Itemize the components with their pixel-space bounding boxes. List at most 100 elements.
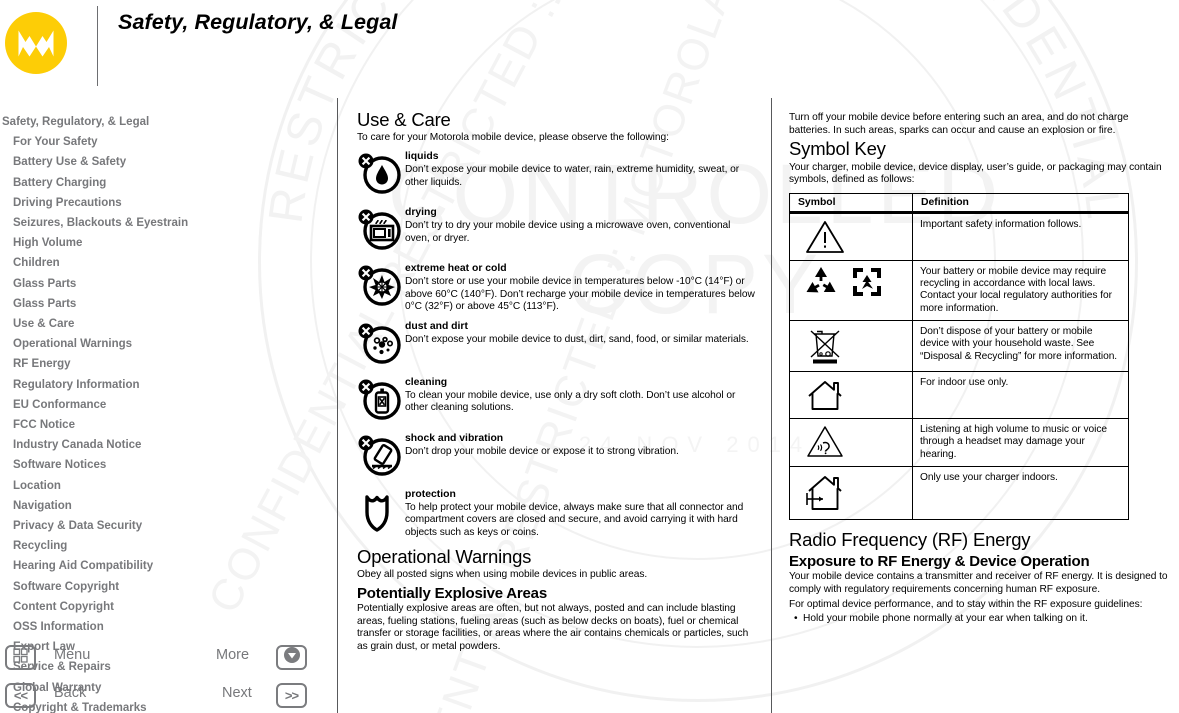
sidebar-item-children[interactable]: Children xyxy=(0,253,330,273)
symbol-key-heading: Symbol Key xyxy=(789,138,886,160)
care-items-list: liquids Don’t expose your mobile device … xyxy=(357,151,757,540)
sidebar-item-hearing-aid-compatibility[interactable]: Hearing Aid Compatibility xyxy=(0,556,330,576)
sidebar-item-glass-parts-2[interactable]: Glass Parts xyxy=(0,294,330,314)
middle-content-column: Use & Care To care for your Motorola mob… xyxy=(357,109,757,655)
no-shock-vibration-icon xyxy=(357,433,405,482)
motorola-batwing-logo-icon xyxy=(5,12,67,74)
menu-button[interactable] xyxy=(5,645,36,670)
sidebar-item-glass-parts-1[interactable]: Glass Parts xyxy=(0,274,330,294)
back-label: Back xyxy=(54,685,87,701)
more-button[interactable] xyxy=(276,645,307,670)
sidebar-item-content-copyright[interactable]: Content Copyright xyxy=(0,597,330,617)
sidebar-item-fcc-notice[interactable]: FCC Notice xyxy=(0,415,330,435)
sidebar-item-rf-energy[interactable]: RF Energy xyxy=(0,354,330,374)
care-title-extreme-heat-or-cold: extreme heat or cold xyxy=(405,262,507,274)
rf-energy-heading: Radio Frequency (RF) Energy xyxy=(789,528,1031,550)
menu-label: Menu xyxy=(54,647,91,663)
sidebar-item-driving-precautions[interactable]: Driving Precautions xyxy=(0,193,330,213)
table-of-contents-sidebar: Safety, Regulatory, & Legal For Your Saf… xyxy=(0,112,330,713)
sidebar-item-high-volume[interactable]: High Volume xyxy=(0,233,330,253)
content-columns-divider xyxy=(771,98,772,713)
care-text-drying: drying Don’t try to dry your mobile devi… xyxy=(405,207,757,245)
sidebar-item-seizures-blackouts-eyestrain[interactable]: Seizures, Blackouts & Eyestrain xyxy=(0,213,330,233)
no-liquids-icon xyxy=(357,151,405,200)
care-text-liquids: liquids Don’t expose your mobile device … xyxy=(405,151,757,189)
care-title-drying: drying xyxy=(405,206,437,218)
sidebar-item-regulatory-information[interactable]: Regulatory Information xyxy=(0,375,330,395)
definition-cell-warning: Important safety information follows. xyxy=(912,211,1129,261)
care-desc-protection: To help protect your mobile device, alwa… xyxy=(405,501,744,538)
care-desc-cleaning: To clean your mobile device, use only a … xyxy=(405,389,736,414)
house-indoor-use-icon xyxy=(794,376,910,414)
sidebar-item-oss-information[interactable]: OSS Information xyxy=(0,617,330,637)
table-row: Don’t dispose of your battery or mobile … xyxy=(789,319,1129,372)
bottom-navigation-bar: Menu More << Back Next >> xyxy=(0,638,330,713)
right-content-column: Turn off your mobile device before enter… xyxy=(789,112,1171,626)
page-title: Safety, Regulatory, & Legal xyxy=(118,10,398,34)
table-row: Only use your charger indoors. xyxy=(789,465,1129,520)
chevron-down-circle-icon xyxy=(283,646,301,669)
care-title-dust-and-dirt: dust and dirt xyxy=(405,320,468,332)
definition-cell-weee-bin: Don’t dispose of your battery or mobile … xyxy=(912,319,1129,372)
page-header: Safety, Regulatory, & Legal xyxy=(0,0,1179,92)
care-title-protection: protection xyxy=(405,488,456,500)
potentially-explosive-areas-heading: Potentially Explosive Areas xyxy=(357,584,547,602)
double-chevron-right-icon: >> xyxy=(284,688,299,703)
care-text-dust-and-dirt: dust and dirt Don’t expose your mobile d… xyxy=(405,321,757,347)
sidebar-item-safety-regulatory-legal[interactable]: Safety, Regulatory, & Legal xyxy=(0,112,330,132)
sidebar-item-industry-canada-notice[interactable]: Industry Canada Notice xyxy=(0,435,330,455)
symbol-cell-recycling xyxy=(789,259,913,321)
no-extreme-heat-cold-icon xyxy=(357,263,405,312)
sidebar-item-recycling[interactable]: Recycling xyxy=(0,536,330,556)
back-button[interactable]: << xyxy=(5,683,36,708)
explosive-area-continuation-text: Turn off your mobile device before enter… xyxy=(789,112,1129,136)
care-text-shock-and-vibration: shock and vibration Don’t drop your mobi… xyxy=(405,433,757,459)
rf-paragraph-1: Your mobile device contains a transmitte… xyxy=(789,571,1168,595)
no-drying-microwave-icon xyxy=(357,207,405,256)
table-header-symbol: Symbol xyxy=(789,192,913,214)
care-item-extreme-heat-or-cold: extreme heat or cold Don’t store or use … xyxy=(357,263,757,314)
symbol-cell-warning xyxy=(789,211,913,261)
potentially-explosive-areas-text: Potentially explosive areas are often, b… xyxy=(357,602,749,652)
grid-squares-icon xyxy=(13,647,28,668)
next-label: Next xyxy=(222,685,252,701)
sidebar-item-battery-charging[interactable]: Battery Charging xyxy=(0,173,330,193)
sidebar-item-privacy-data-security[interactable]: Privacy & Data Security xyxy=(0,516,330,536)
sidebar-item-navigation[interactable]: Navigation xyxy=(0,496,330,516)
definition-cell-recycling: Your battery or mobile device may requir… xyxy=(912,259,1129,321)
sidebar-item-location[interactable]: Location xyxy=(0,476,330,496)
symbol-cell-hearing-damage xyxy=(789,417,913,467)
care-title-cleaning: cleaning xyxy=(405,376,448,388)
sidebar-item-software-notices[interactable]: Software Notices xyxy=(0,455,330,475)
warning-triangle-icon xyxy=(794,218,910,256)
no-dust-dirt-icon xyxy=(357,321,405,370)
symbol-key-intro: Your charger, mobile device, device disp… xyxy=(789,161,1162,186)
symbol-key-table: Symbol Definition Important safety infor… xyxy=(789,192,1129,520)
sidebar-item-battery-use-safety[interactable]: Battery Use & Safety xyxy=(0,152,330,172)
nav-row-menu-more: Menu More xyxy=(0,642,330,679)
sidebar-item-use-care[interactable]: Use & Care xyxy=(0,314,330,334)
care-text-extreme-heat-or-cold: extreme heat or cold Don’t store or use … xyxy=(405,263,757,314)
operational-warnings-heading: Operational Warnings xyxy=(357,545,532,567)
care-item-shock-and-vibration: shock and vibration Don’t drop your mobi… xyxy=(357,433,757,482)
no-cleaning-solutions-icon xyxy=(357,377,405,426)
page-root: RESTRICTED :: MOTOROLA CONFIDENTIAL CONT… xyxy=(0,0,1179,713)
sidebar-item-eu-conformance[interactable]: EU Conformance xyxy=(0,395,330,415)
list-item: Hold your mobile phone normally at your … xyxy=(794,613,1171,626)
table-row: Important safety information follows. xyxy=(789,211,1129,261)
sidebar-item-for-your-safety[interactable]: For Your Safety xyxy=(0,132,330,152)
table-header-definition: Definition xyxy=(912,192,1129,214)
definition-cell-indoor-use: For indoor use only. xyxy=(912,370,1129,419)
definition-cell-hearing-damage: Listening at high volume to music or voi… xyxy=(912,417,1129,467)
rf-exposure-subheading: Exposure to RF Energy & Device Operation xyxy=(789,553,1090,571)
care-desc-liquids: Don’t expose your mobile device to water… xyxy=(405,163,740,188)
care-text-cleaning: cleaning To clean your mobile device, us… xyxy=(405,377,757,415)
care-item-liquids: liquids Don’t expose your mobile device … xyxy=(357,151,757,200)
care-text-protection: protection To help protect your mobile d… xyxy=(405,489,757,540)
sidebar-item-software-copyright[interactable]: Software Copyright xyxy=(0,577,330,597)
care-desc-dust-and-dirt: Don’t expose your mobile device to dust,… xyxy=(405,333,749,345)
care-desc-extreme-heat-or-cold: Don’t store or use your mobile device in… xyxy=(405,275,755,313)
next-button[interactable]: >> xyxy=(276,683,307,708)
sidebar-item-operational-warnings[interactable]: Operational Warnings xyxy=(0,334,330,354)
more-label: More xyxy=(216,647,250,663)
